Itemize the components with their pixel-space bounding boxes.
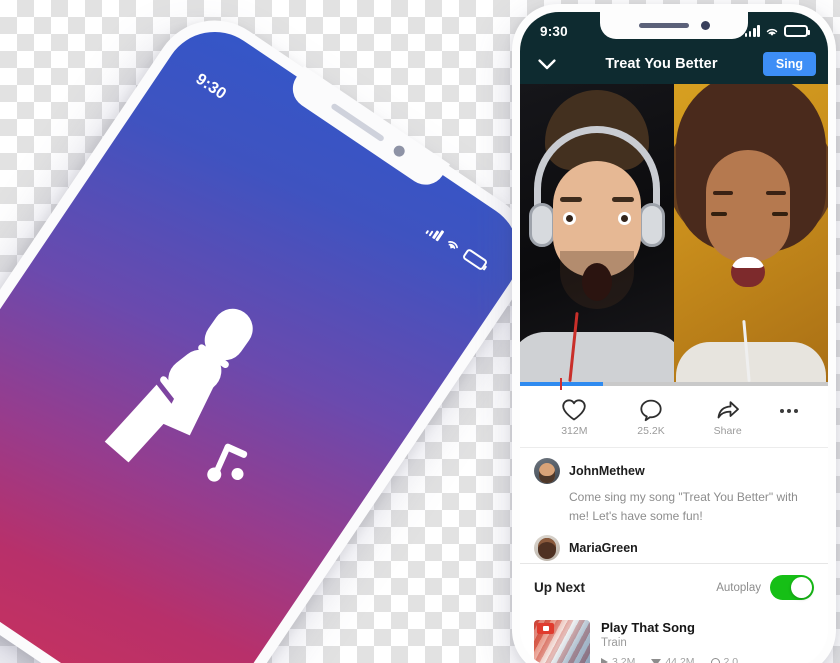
heart-icon (562, 399, 587, 421)
ellipsis-icon[interactable] (766, 409, 812, 426)
up-next-artist: Train (601, 637, 627, 649)
front-camera-icon (391, 142, 407, 159)
battery-icon (461, 247, 489, 272)
left-phone-mockup: 9:30 (0, 0, 555, 663)
headphone-earcup-left (529, 203, 556, 248)
comments-section: JohnMethew Come sing my song "Treat You … (520, 448, 828, 563)
battery-icon (784, 25, 810, 37)
man-mouth-singing (582, 262, 612, 301)
action-bar: 312M 25.2K Share (520, 386, 828, 448)
right-phone-mockup: 9:30 Treat You Better Sing 312M 25.2K Sh… (512, 4, 836, 663)
like-button[interactable]: 312M (536, 398, 613, 437)
woman-mouth-singing (730, 256, 765, 287)
comment-count: 25.2K (637, 425, 665, 437)
man-shirt (520, 331, 674, 382)
left-status-time: 9:30 (192, 70, 230, 104)
up-next-song-title: Play That Song (601, 620, 695, 635)
download-count-stat: 44.2M (651, 656, 695, 663)
chevron-down-icon[interactable] (534, 51, 560, 77)
man-eyebrow-right (611, 197, 634, 203)
download-count-value: 44.2M (665, 656, 695, 663)
share-label: Share (713, 425, 742, 437)
woman-eyebrow-left (712, 191, 733, 196)
app-screen: 9:30 Treat You Better Sing 312M 25.2K Sh… (520, 12, 828, 663)
sing-button[interactable]: Sing (762, 52, 816, 76)
woman-face (705, 149, 790, 262)
app-topbar: 9:30 Treat You Better Sing (520, 12, 828, 84)
video-progress-bar[interactable] (520, 378, 828, 390)
comment-author: JohnMethew (569, 464, 645, 478)
share-arrow-icon (717, 401, 739, 419)
wifi-icon (448, 241, 458, 249)
up-next-meta: Play That Song Train 3.2M 44.2M 2.0 (601, 620, 814, 663)
wifi-icon (766, 28, 778, 36)
woman-eye-right (771, 212, 788, 217)
comment-item[interactable]: MariaGreen (534, 535, 814, 562)
status-bar: 9:30 (520, 12, 828, 44)
comment-item[interactable]: JohnMethew (534, 458, 814, 484)
video-camera-icon (537, 623, 554, 634)
man-eye-right (617, 212, 631, 226)
up-next-item[interactable]: Play That Song Train 3.2M 44.2M 2.0 (520, 611, 828, 663)
comment-author: MariaGreen (569, 541, 638, 556)
front-camera-icon (700, 21, 710, 30)
video-performer-right (674, 84, 828, 382)
up-next-title: Up Next (534, 580, 586, 595)
comment-button[interactable]: 25.2K (613, 398, 690, 437)
signal-bars-icon (424, 223, 445, 242)
autoplay-control: Autoplay (716, 575, 814, 600)
duration-value: 2.0 (723, 656, 739, 663)
avatar (534, 535, 560, 562)
woman-top (676, 341, 826, 382)
comment-text: Come sing my song "Treat You Better" wit… (569, 490, 798, 523)
share-button[interactable]: Share (689, 398, 766, 437)
avatar (534, 458, 560, 484)
status-time: 9:30 (540, 23, 568, 39)
page-title: Treat You Better (605, 56, 718, 72)
left-phone-body: 9:30 (0, 0, 555, 663)
woman-eye-left (710, 212, 727, 217)
dual-microphone-music-note-logo (104, 308, 253, 482)
status-icons (744, 25, 810, 37)
up-next-header: Up Next Autoplay (520, 563, 828, 611)
play-triangle-icon (601, 658, 608, 663)
download-arrow-icon (651, 658, 662, 663)
autoplay-label: Autoplay (716, 581, 761, 594)
play-count-stat: 3.2M (601, 656, 635, 663)
up-next-thumbnail (534, 620, 590, 663)
man-eyebrow-left (560, 197, 583, 203)
duet-video-player[interactable] (520, 84, 828, 382)
up-next-stats: 3.2M 44.2M 2.0 (601, 656, 814, 663)
video-progress-marker (560, 378, 563, 390)
video-performer-left (520, 84, 674, 382)
left-status-icons (424, 223, 489, 272)
like-count: 312M (561, 425, 588, 437)
play-count-value: 3.2M (612, 656, 636, 663)
phone-notch (600, 12, 748, 39)
headphone-earcup-right (638, 203, 665, 248)
earpiece-speaker-icon (638, 23, 689, 28)
app-header: Treat You Better Sing (520, 44, 828, 84)
autoplay-toggle[interactable] (770, 575, 814, 600)
comment-bubble-icon (640, 399, 662, 422)
left-phone-screen: 9:30 (0, 11, 539, 663)
clock-icon (710, 657, 720, 663)
duration-stat: 2.0 (710, 656, 739, 663)
woman-eyebrow-right (766, 191, 787, 196)
